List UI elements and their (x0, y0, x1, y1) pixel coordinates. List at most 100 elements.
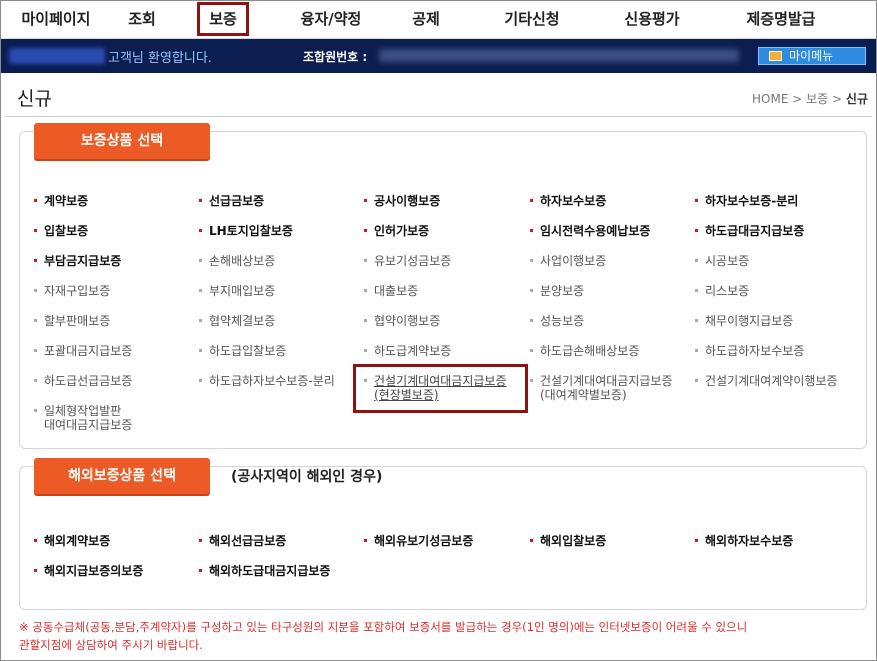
product-link[interactable]: 사업이행보증 (530, 254, 606, 268)
bullet-icon (530, 319, 533, 322)
product-label: 시공보증 (705, 254, 750, 268)
notice-line-2: 관할지점에 상담하여 주시기 바랍니다. (19, 638, 203, 652)
product-link[interactable]: 부담금지급보증 (34, 254, 121, 268)
product-link[interactable]: 할부판매보증 (34, 314, 110, 328)
bullet-icon (695, 259, 698, 262)
product-link[interactable]: 하자보수보증 (530, 194, 606, 208)
bullet-icon (530, 199, 533, 202)
product-link[interactable]: 건설기계대여계약이행보증 (695, 374, 837, 388)
nav-credit-rating[interactable]: 신용평가 (607, 1, 697, 37)
product-label: 리스보증 (705, 284, 750, 298)
nav-inquiry[interactable]: 조회 (111, 1, 173, 37)
bullet-icon (199, 539, 202, 542)
product-link[interactable]: 해외계약보증 (34, 534, 110, 548)
product-link[interactable]: 해외하도급대금지급보증 (199, 564, 330, 578)
mymenu-button[interactable]: 마이메뉴 (758, 47, 866, 65)
breadcrumb-home[interactable]: HOME (752, 92, 788, 106)
member-number-label: 조합원번호 : (303, 50, 368, 64)
bullet-icon (34, 349, 37, 352)
product-link[interactable]: 하도급대금지급보증 (695, 224, 804, 238)
product-label: 채무이행지급보증 (705, 314, 794, 328)
product-link[interactable]: 일체형작업발판 대여대금지급보증 (34, 404, 132, 432)
bullet-icon (34, 289, 37, 292)
product-link[interactable]: 자재구입보증 (34, 284, 110, 298)
product-link[interactable]: 협약체결보증 (199, 314, 275, 328)
product-link[interactable]: 해외지급보증의보증 (34, 564, 143, 578)
top-navigation: 마이페이지 조회 보증 융자/약정 공제 기타신청 신용평가 제증명발급 (1, 1, 876, 39)
nav-certificate[interactable]: 제증명발급 (731, 1, 831, 37)
product-label: 해외지급보증의보증 (44, 564, 144, 578)
bullet-icon (695, 199, 698, 202)
product-link[interactable]: 하도급하자보수보증-분리 (199, 374, 335, 388)
bullet-icon (695, 539, 698, 542)
product-link[interactable]: 해외하자보수보증 (695, 534, 793, 548)
overseas-products-tab[interactable]: 해외보증상품 선택 (34, 458, 210, 494)
guarantee-products-tab[interactable]: 보증상품 선택 (34, 123, 210, 159)
product-link[interactable]: 하도급계약보증 (364, 344, 451, 358)
notice-line-1: ※ 공동수급체(공동,분담,주계약자)를 구성하고 있는 타구성원의 지분을 포… (19, 620, 748, 634)
product-label: 건설기계대여대금지급보증 (540, 374, 673, 388)
welcome-bar: 고객님 환영합니다. 조합원번호 : 마이메뉴 (1, 39, 876, 73)
nav-deduction[interactable]: 공제 (397, 1, 455, 37)
product-link[interactable]: LH토지입찰보증 (199, 224, 293, 238)
product-label: 해외하도급대금지급보증 (209, 564, 331, 578)
product-link[interactable]: 해외유보기성금보증 (364, 534, 473, 548)
product-link[interactable]: 유보기성금보증 (364, 254, 451, 268)
bullet-icon (364, 229, 367, 232)
breadcrumb-current: 신규 (845, 92, 868, 106)
product-label: 하도급하자보수보증-분리 (209, 374, 335, 388)
bullet-icon (530, 289, 533, 292)
product-link[interactable]: 협약이행보증 (364, 314, 440, 328)
product-label: 해외계약보증 (44, 534, 111, 548)
product-link[interactable]: 해외입찰보증 (530, 534, 606, 548)
bullet-icon (199, 569, 202, 572)
product-link[interactable]: 하도급입찰보증 (199, 344, 286, 358)
product-link[interactable]: 해외선급금보증 (199, 534, 286, 548)
product-link[interactable]: 계약보증 (34, 194, 88, 208)
bullet-icon (199, 349, 202, 352)
mymenu-label: 마이메뉴 (789, 49, 834, 63)
product-link[interactable]: 공사이행보증 (364, 194, 440, 208)
product-link[interactable]: 하도급선급금보증 (34, 374, 132, 388)
bullet-icon (364, 319, 367, 322)
product-label-line2: 대여대금지급보증 (44, 418, 133, 432)
product-link[interactable]: 채무이행지급보증 (695, 314, 793, 328)
product-link[interactable]: 시공보증 (695, 254, 749, 268)
product-link[interactable]: 포괄대금지급보증 (34, 344, 132, 358)
product-label: 부담금지급보증 (44, 254, 122, 268)
product-link[interactable]: 리스보증 (695, 284, 749, 298)
highlight-box (353, 364, 528, 413)
product-link[interactable]: 대출보증 (364, 284, 418, 298)
bullet-icon (530, 539, 533, 542)
product-link[interactable]: 건설기계대여대금지급보증 (대여계약별보증) (530, 374, 672, 402)
bullet-icon (34, 379, 37, 382)
bullet-icon (530, 229, 533, 232)
bullet-icon (364, 199, 367, 202)
bullet-icon (695, 349, 698, 352)
product-link[interactable]: 하도급하자보수보증 (695, 344, 804, 358)
breadcrumb-separator: > (788, 92, 807, 106)
product-label: 할부판매보증 (44, 314, 111, 328)
nav-mypage[interactable]: 마이페이지 (11, 1, 101, 37)
product-link[interactable]: 하자보수보증-분리 (695, 194, 798, 208)
bullet-icon (34, 409, 37, 412)
product-link[interactable]: 분양보증 (530, 284, 584, 298)
nav-other-request[interactable]: 기타신청 (487, 1, 577, 37)
product-link[interactable]: 손해배상보증 (199, 254, 275, 268)
bullet-icon (34, 539, 37, 542)
breadcrumb-guarantee[interactable]: 보증 (806, 92, 828, 106)
bullet-icon (530, 379, 533, 382)
product-link[interactable]: 선급금보증 (199, 194, 264, 208)
product-link[interactable]: 성능보증 (530, 314, 584, 328)
product-link[interactable]: 입찰보증 (34, 224, 88, 238)
product-link[interactable]: 부지매입보증 (199, 284, 275, 298)
product-link[interactable]: 임시전력수용예납보증 (530, 224, 650, 238)
nav-loan[interactable]: 융자/약정 (287, 1, 375, 37)
product-label: 하도급입찰보증 (209, 344, 287, 358)
product-link[interactable]: 인허가보증 (364, 224, 429, 238)
product-label: 분양보증 (540, 284, 585, 298)
bullet-icon (199, 319, 202, 322)
product-link[interactable]: 하도급손해배상보증 (530, 344, 639, 358)
nav-guarantee[interactable]: 보증 (197, 2, 249, 36)
overseas-note: (공사지역이 해외인 경우) (231, 469, 383, 485)
